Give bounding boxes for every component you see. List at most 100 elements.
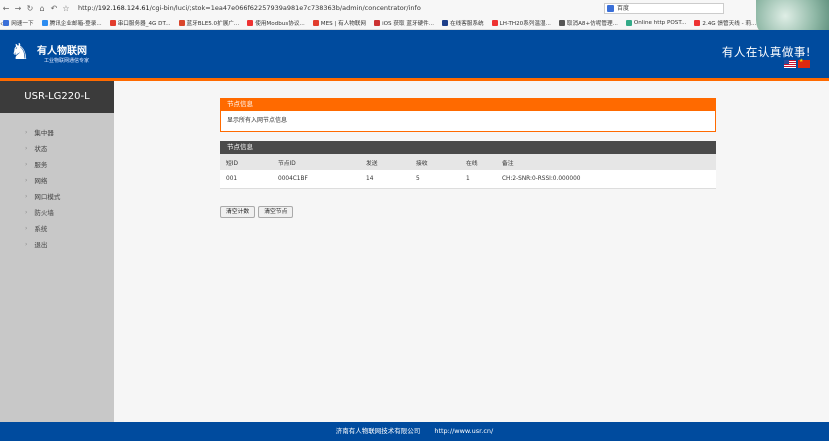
table-cell: 001 [220,170,272,189]
table-row: 001 0004C1BF 14 5 1 CH:2-SNR:0-RSSI:0.00… [220,170,716,189]
url-scheme: http:// [78,4,98,12]
site-header [0,30,829,78]
chevron-right-icon: › [25,144,28,152]
sidebar-item-concentrator[interactable]: › 集中器 [0,124,114,140]
chevron-right-icon: › [25,160,28,168]
bookmark-icon [109,20,116,26]
bookmark-label: 网速一下 [11,21,34,27]
footer-company: 济南有人物联网技术有限公司 [335,427,421,435]
bookmark-label: 在线客服系统 [450,21,484,27]
bookmark-label: iOS 获取 蓝牙硬件... [382,21,435,27]
table-cell: 5 [410,170,460,189]
table-cell: 1 [460,170,496,189]
bookmarks-bar: ‹ 网速一下 腾讯企业邮箱-登录... 串口服务器_4G DT... 蓝牙BLE… [0,16,760,30]
table-cell: 0004C1BF [272,170,360,189]
bookmark-icon [247,20,254,26]
chevron-right-icon: › [25,240,28,248]
back-icon[interactable]: ← [0,4,12,13]
device-model-title: USR-LG220-L [0,81,114,113]
panel-description: 显示所有入网节点信息 [220,111,716,132]
bookmark-item[interactable]: 蓝牙BLE5.0扩展广... [178,19,240,27]
bookmark-label: 腾讯企业邮箱-登录... [49,21,102,27]
reload-icon[interactable]: ↻ [24,4,36,13]
bookmark-item[interactable]: 腾讯企业邮箱-登录... [41,19,102,27]
chevron-right-icon: › [25,224,28,232]
url-field[interactable]: http://192.168.124.61/cgi-bin/luci/;stok… [78,4,421,12]
undo-icon[interactable]: ↶ [48,4,60,13]
sidebar-item-services[interactable]: › 服务 [0,156,114,172]
sidebar-item-port-mode[interactable]: › 网口模式 [0,188,114,204]
bookmark-icon [41,20,48,26]
panel-title: 节点信息 [220,98,716,111]
language-switch [784,58,810,68]
column-header: 发送 [360,154,410,170]
search-input[interactable]: 百度 [604,3,724,14]
forward-icon[interactable]: → [12,4,24,13]
sidebar-item-label: 服务 [34,161,48,169]
chevron-right-icon: › [25,192,28,200]
bookmark-item[interactable]: 取消A8+仿呢管理... [558,19,618,27]
chevron-right-icon: › [25,128,28,136]
table-title: 节点信息 [220,141,716,154]
header-slogan: 有人在认真做事! [721,45,811,59]
clear-count-button[interactable]: 清空计数 [220,206,256,218]
bookmark-item[interactable]: LH-TH20系列温湿... [491,19,551,27]
clear-nodes-button[interactable]: 清空节点 [258,206,294,218]
action-buttons: 清空计数 清空节点 [220,206,294,218]
bookmark-label: 串口服务器_4G DT... [117,21,171,27]
table-header-row: 短ID 节点ID 发送 接收 在线 备注 [220,154,716,170]
bookmark-icon [178,20,185,26]
bookmark-icon [442,20,449,26]
bookmark-item[interactable]: 串口服务器_4G DT... [109,19,171,27]
sidebar-item-network[interactable]: › 网络 [0,172,114,188]
sidebar-item-logout[interactable]: › 退出 [0,236,114,252]
star-icon[interactable]: ☆ [60,4,72,13]
browser-chrome: ← → ↻ ⌂ ↶ ☆ http://192.168.124.61/cgi-bi… [0,0,829,30]
site-footer: 济南有人物联网技术有限公司 http://www.usr.cn/ [0,422,829,441]
table-cell: 14 [360,170,410,189]
sidebar-item-label: 网口模式 [34,193,61,201]
bookmark-item[interactable]: MES | 有人物联网 [312,19,366,27]
sidebar-item-system[interactable]: › 系统 [0,220,114,236]
baidu-icon [607,5,614,12]
bookmark-item[interactable]: 2.4G 馈管天线 - 莉... [694,19,756,27]
sidebar-item-label: 集中器 [34,129,54,137]
bookmark-item[interactable]: iOS 获取 蓝牙硬件... [374,19,434,27]
chinese-flag-icon[interactable] [798,58,810,68]
bookmark-item[interactable]: Online http POST... [625,20,687,26]
bookmark-icon [694,20,701,26]
home-icon[interactable]: ⌂ [36,4,48,13]
footer-link[interactable]: http://www.usr.cn/ [434,427,493,435]
bookmark-item[interactable]: 在线客服系统 [442,19,484,27]
bookmark-label: 蓝牙BLE5.0扩展广... [186,21,240,27]
main-content [114,81,829,422]
bookmark-icon [312,20,319,26]
column-header: 备注 [496,154,716,170]
bookmark-label: 取消A8+仿呢管理... [566,21,618,27]
bookmark-item[interactable]: 网速一下 [3,19,34,27]
node-table: 短ID 节点ID 发送 接收 在线 备注 001 0004C1BF 14 5 1… [220,154,716,189]
url-path: /cgi-bin/luci/;stok=1ea47e066f62257939a9… [149,4,421,12]
sidebar-item-label: 状态 [34,145,48,153]
sidebar-item-status[interactable]: › 状态 [0,140,114,156]
sidebar-item-label: 退出 [34,241,48,249]
sidebar-item-label: 网络 [34,177,48,185]
english-flag-icon[interactable] [784,60,796,68]
sidebar-item-firewall[interactable]: › 防火墙 [0,204,114,220]
sidebar-item-label: 系统 [34,225,48,233]
bookmark-label: 2.4G 馈管天线 - 莉... [702,21,757,27]
table-cell: CH:2-SNR:0-RSSI:0.000000 [496,170,716,189]
bookmark-label: 使用Modbus协议... [255,21,305,27]
bookmark-label: Online http POST... [633,20,687,26]
search-text: 百度 [617,5,630,12]
url-host: 192.168.124.61 [97,4,150,12]
bookmark-item[interactable]: 使用Modbus协议... [247,19,305,27]
sidebar-item-label: 防火墙 [34,209,54,217]
usr-logo-icon: ♞ [10,40,30,65]
column-header: 节点ID [272,154,360,170]
logo-title: 有人物联网 [37,46,87,57]
bookmark-icon [491,20,498,26]
bookmark-icon [374,20,381,26]
bookmark-icon [3,20,10,26]
column-header: 在线 [460,154,496,170]
